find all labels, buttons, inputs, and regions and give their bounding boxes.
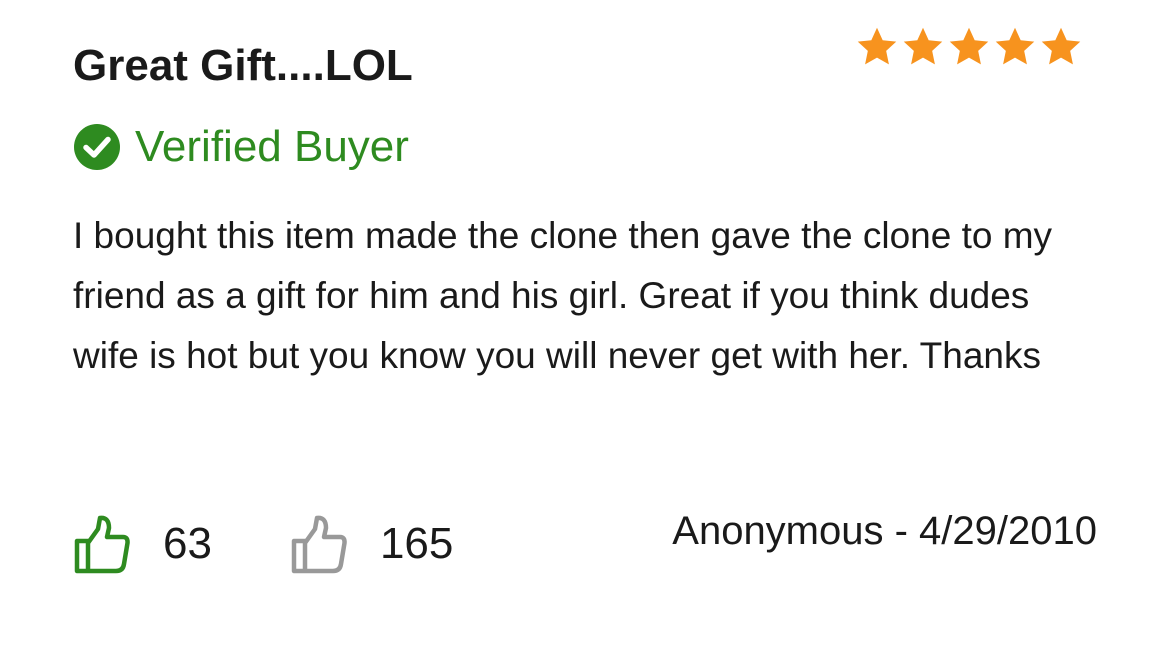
review-card: Great Gift....LOL Verified Buyer I bough…: [0, 0, 1170, 645]
thumbs-up-icon[interactable]: [73, 514, 131, 574]
review-author-date: Anonymous - 4/29/2010: [672, 509, 1097, 553]
star-icon: [1041, 27, 1081, 65]
unhelpful-vote-button[interactable]: 165: [290, 514, 453, 574]
helpful-count: 63: [163, 519, 212, 568]
unhelpful-count: 165: [379, 519, 454, 568]
star-rating: [855, 25, 1083, 69]
verified-buyer-badge: Verified Buyer: [73, 119, 409, 175]
verified-buyer-label: Verified Buyer: [135, 122, 409, 171]
helpful-vote-button[interactable]: 63: [73, 514, 212, 574]
check-circle-icon: [74, 124, 120, 170]
review-body: I bought this item made the clone then g…: [73, 215, 1053, 376]
star-icon: [949, 27, 989, 65]
review-title: Great Gift....LOL: [73, 41, 413, 90]
star-icon: [857, 27, 897, 65]
vote-controls: 63 165: [73, 514, 453, 574]
thumbs-up-outline-icon[interactable]: [290, 514, 348, 574]
star-icon: [995, 27, 1035, 65]
star-icon: [903, 27, 943, 65]
